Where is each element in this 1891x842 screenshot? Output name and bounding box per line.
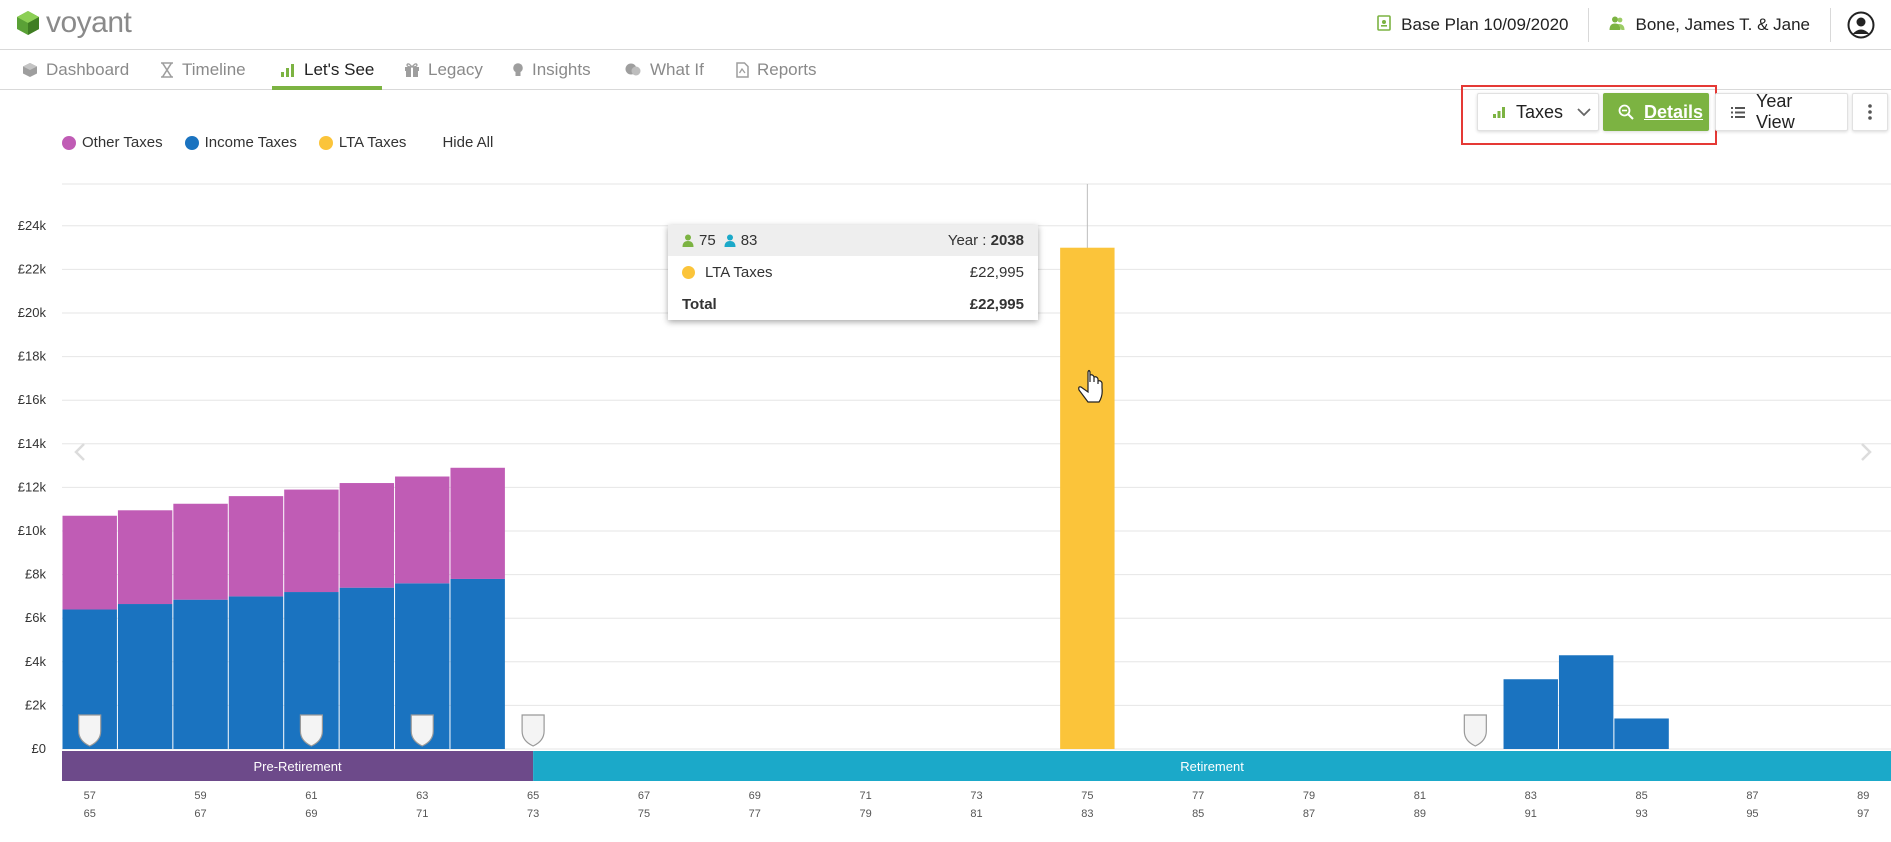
x-tick-label-age1: 59 <box>194 790 206 802</box>
x-tick-label-age1: 83 <box>1525 790 1537 802</box>
tooltip-age-2: 83 <box>740 232 758 249</box>
taxes-chart: £0 £2k £4k £6k £8k £10k £12k £14k £16k £18k £20k £2… <box>18 183 1891 820</box>
y-tick-label: £0 <box>32 741 46 756</box>
x-tick-label-age1: 77 <box>1192 790 1204 802</box>
tooltip-year: Year : 2038 <box>948 232 1024 249</box>
x-tick-label-age2: 81 <box>970 808 982 820</box>
y-tick-label: £6k <box>25 610 46 625</box>
y-tick-label: £10k <box>18 523 47 538</box>
y-tick-label: £18k <box>18 349 47 364</box>
milestone-marker-icon[interactable] <box>78 714 102 747</box>
bar-income-taxes[interactable] <box>450 578 505 749</box>
x-tick-label-age2: 87 <box>1303 808 1315 820</box>
milestone-marker-icon[interactable] <box>410 714 434 747</box>
bar-income-taxes[interactable] <box>117 604 173 749</box>
bar-other-taxes[interactable] <box>450 467 505 579</box>
bar-income-taxes[interactable] <box>1614 718 1669 749</box>
x-tick-label-age1: 63 <box>416 790 428 802</box>
phase-label: Retirement <box>1180 759 1244 774</box>
x-tick-label-age1: 87 <box>1746 790 1758 802</box>
y-tick-label: £24k <box>18 218 47 233</box>
x-tick-label-age1: 73 <box>970 790 982 802</box>
y-tick-label: £8k <box>25 567 46 582</box>
tooltip-age-1: 75 <box>699 232 716 249</box>
tooltip-row-value: £22,995 <box>969 263 1024 281</box>
x-tick-label-age2: 95 <box>1746 808 1758 820</box>
x-tick-label-age2: 73 <box>527 808 539 820</box>
y-tick-label: £20k <box>18 305 47 320</box>
bar-income-taxes[interactable] <box>1558 655 1614 749</box>
tooltip-total-label: Total <box>682 295 717 313</box>
tooltip-total-value: £22,995 <box>969 295 1024 313</box>
y-tick-label: £16k <box>18 392 47 407</box>
y-tick-label: £4k <box>25 654 46 669</box>
milestone-marker-icon[interactable] <box>299 714 324 747</box>
bar-other-taxes[interactable] <box>284 489 339 593</box>
tooltip-year-value: 2038 <box>990 232 1024 249</box>
milestone-marker-icon[interactable] <box>521 714 545 747</box>
x-tick-label-age2: 93 <box>1635 808 1647 820</box>
x-tick-label-age1: 81 <box>1414 790 1426 802</box>
tooltip-swatch <box>682 265 695 279</box>
x-tick-label-age2: 65 <box>84 808 96 820</box>
x-tick-label-age1: 75 <box>1081 790 1093 802</box>
x-tick-label-age1: 71 <box>860 790 872 802</box>
chevron-left-icon[interactable] <box>74 443 85 461</box>
y-tick-label: £2k <box>25 697 46 712</box>
x-tick-label-age2: 79 <box>860 808 872 820</box>
bar-income-taxes[interactable] <box>1503 679 1558 749</box>
phase-label: Pre-Retirement <box>253 759 342 774</box>
x-tick-label-age2: 69 <box>305 808 317 820</box>
x-tick-label-age2: 77 <box>749 808 761 820</box>
bar-other-taxes[interactable] <box>228 496 284 597</box>
bar-other-taxes[interactable] <box>173 503 228 600</box>
x-tick-label-age2: 67 <box>194 808 206 820</box>
tooltip-year-label: Year : <box>947 232 991 249</box>
x-tick-label-age1: 67 <box>638 790 650 802</box>
bar-income-taxes[interactable] <box>228 596 284 749</box>
x-tick-label-age2: 91 <box>1525 808 1537 820</box>
x-tick-label-age1: 69 <box>749 790 761 802</box>
x-tick-label-age2: 71 <box>416 808 428 820</box>
tooltip-row-label: LTA Taxes <box>705 263 773 281</box>
y-tick-label: £22k <box>18 261 47 276</box>
x-tick-label-age1: 85 <box>1635 790 1647 802</box>
y-tick-label: £14k <box>18 436 47 451</box>
x-tick-label-age1: 57 <box>84 790 96 802</box>
x-tick-label-age2: 97 <box>1857 808 1869 820</box>
chevron-right-icon[interactable] <box>1861 443 1872 461</box>
bar-other-taxes[interactable] <box>117 510 173 605</box>
x-tick-label-age1: 89 <box>1857 790 1869 802</box>
person-icon <box>724 234 736 247</box>
person-icon <box>682 234 694 247</box>
bar-other-taxes[interactable] <box>339 483 395 588</box>
x-tick-label-age2: 89 <box>1414 808 1426 820</box>
x-tick-label-age1: 79 <box>1303 790 1315 802</box>
bar-other-taxes[interactable] <box>62 515 117 610</box>
x-tick-label-age1: 61 <box>305 790 317 802</box>
bar-income-taxes[interactable] <box>339 587 395 749</box>
chart-tooltip: 75 83 Year : 2038 LTA Taxes £22,995 Tota… <box>668 225 1038 320</box>
x-tick-label-age2: 85 <box>1192 808 1204 820</box>
bar-lta-taxes[interactable] <box>1060 247 1115 750</box>
x-tick-label-age2: 83 <box>1081 808 1093 820</box>
bar-other-taxes[interactable] <box>395 476 450 584</box>
y-tick-label: £12k <box>18 479 47 494</box>
bar-income-taxes[interactable] <box>173 599 228 749</box>
x-tick-label-age1: 65 <box>527 790 539 802</box>
x-tick-label-age2: 75 <box>638 808 650 820</box>
milestone-marker-icon[interactable] <box>1463 714 1487 747</box>
